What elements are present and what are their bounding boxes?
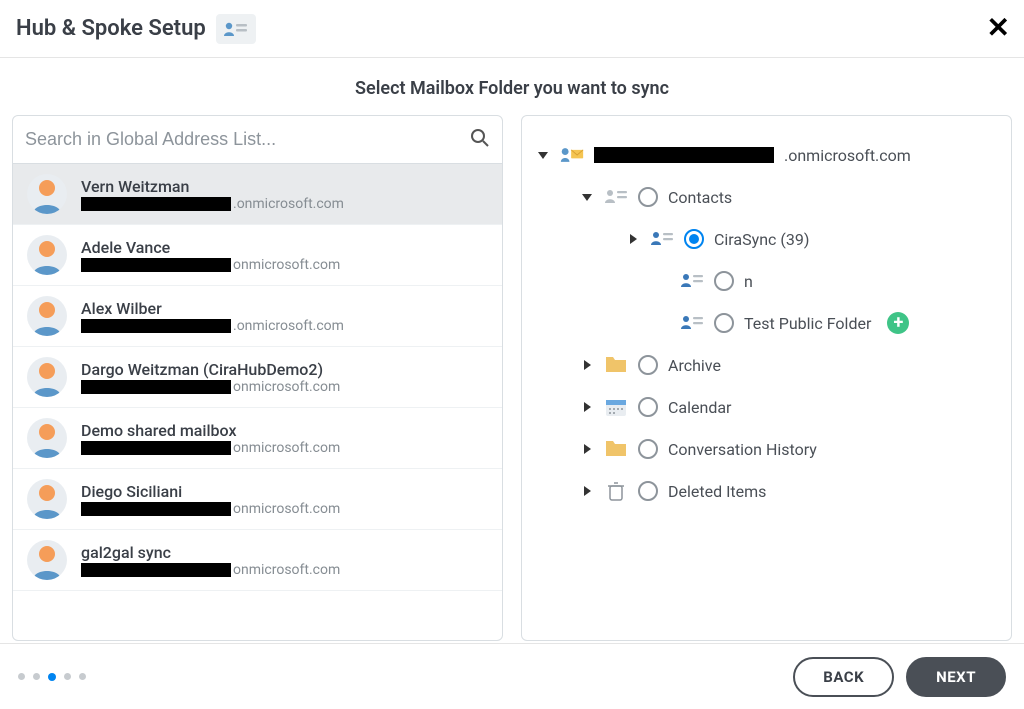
wizard-footer: BACK NEXT [0, 643, 1024, 709]
folder-tree: .onmicrosoft.com Contacts CiraSync (39) [522, 116, 1011, 530]
user-email: .onmicrosoft.com [81, 196, 488, 212]
radio-button[interactable] [638, 187, 658, 207]
radio-button[interactable] [638, 439, 658, 459]
contact-card-icon [216, 14, 256, 44]
caret-right-icon[interactable] [626, 232, 640, 246]
contact-card-icon [650, 229, 674, 249]
avatar [27, 418, 67, 458]
list-item[interactable]: Dargo Weitzman (CiraHubDemo2) onmicrosof… [13, 347, 502, 408]
tree-label: Archive [668, 356, 721, 375]
list-item[interactable]: Diego Siciliani onmicrosoft.com [13, 469, 502, 530]
page-title: Hub & Spoke Setup [16, 16, 206, 41]
list-item[interactable]: Adele Vance onmicrosoft.com [13, 225, 502, 286]
list-item[interactable]: Demo shared mailbox onmicrosoft.com [13, 408, 502, 469]
step-dot [18, 673, 25, 680]
radio-button[interactable] [684, 229, 704, 249]
contact-card-icon [680, 271, 704, 291]
list-item[interactable]: Alex Wilber .onmicrosoft.com [13, 286, 502, 347]
user-name: Dargo Weitzman (CiraHubDemo2) [81, 360, 488, 379]
tree-node-conversation-history[interactable]: Conversation History [536, 428, 997, 470]
folder-tree-panel: .onmicrosoft.com Contacts CiraSync (39) [521, 115, 1012, 641]
avatar [27, 235, 67, 275]
user-name: gal2gal sync [81, 543, 488, 562]
root-domain-label: .onmicrosoft.com [784, 146, 911, 165]
add-folder-button[interactable]: + [887, 312, 909, 334]
step-dot [64, 673, 71, 680]
user-email: onmicrosoft.com [81, 562, 488, 578]
step-dot [79, 673, 86, 680]
back-button[interactable]: BACK [793, 657, 894, 697]
mailbox-icon [560, 145, 584, 165]
avatar [27, 296, 67, 336]
tree-node-n[interactable]: n [536, 260, 997, 302]
user-email: onmicrosoft.com [81, 501, 488, 517]
user-name: Demo shared mailbox [81, 421, 488, 440]
tree-label: Test Public Folder [744, 314, 871, 333]
content-area: Vern Weitzman .onmicrosoft.com Adele Van… [0, 115, 1024, 641]
search-input[interactable] [25, 129, 470, 150]
caret-right-icon[interactable] [580, 400, 594, 414]
avatar [27, 357, 67, 397]
list-item[interactable]: gal2gal sync onmicrosoft.com [13, 530, 502, 591]
user-list: Vern Weitzman .onmicrosoft.com Adele Van… [13, 164, 502, 640]
user-name: Diego Siciliani [81, 482, 488, 501]
user-name: Vern Weitzman [81, 177, 488, 196]
contact-card-icon [680, 313, 704, 333]
tree-node-calendar[interactable]: Calendar [536, 386, 997, 428]
search-icon[interactable] [470, 128, 490, 152]
radio-button[interactable] [638, 397, 658, 417]
tree-label: Calendar [668, 398, 731, 417]
caret-right-icon[interactable] [580, 358, 594, 372]
tree-label: Deleted Items [668, 482, 766, 501]
step-dot [48, 673, 56, 681]
address-list-panel: Vern Weitzman .onmicrosoft.com Adele Van… [12, 115, 503, 641]
avatar [27, 479, 67, 519]
search-bar [13, 116, 502, 164]
next-button[interactable]: NEXT [906, 657, 1006, 697]
tree-node-contacts[interactable]: Contacts [536, 176, 997, 218]
radio-button[interactable] [714, 271, 734, 291]
tree-root[interactable]: .onmicrosoft.com [536, 134, 997, 176]
contacts-icon [604, 187, 628, 207]
caret-down-icon[interactable] [580, 190, 594, 204]
tree-label: Conversation History [668, 440, 817, 459]
caret-right-icon[interactable] [580, 442, 594, 456]
dialog-subtitle: Select Mailbox Folder you want to sync [0, 58, 1024, 115]
tree-label: Contacts [668, 188, 732, 207]
dialog-header: Hub & Spoke Setup ✕ [0, 0, 1024, 58]
avatar [27, 540, 67, 580]
user-name: Adele Vance [81, 238, 488, 257]
tree-node-cirasync[interactable]: CiraSync (39) [536, 218, 997, 260]
user-email: onmicrosoft.com [81, 440, 488, 456]
folder-icon [604, 439, 628, 459]
list-item[interactable]: Vern Weitzman .onmicrosoft.com [13, 164, 502, 225]
folder-icon [604, 355, 628, 375]
trash-icon [604, 481, 628, 501]
tree-node-archive[interactable]: Archive [536, 344, 997, 386]
step-dot [33, 673, 40, 680]
caret-right-icon[interactable] [580, 484, 594, 498]
redacted-text [594, 147, 774, 163]
tree-node-deleted-items[interactable]: Deleted Items [536, 470, 997, 512]
close-icon[interactable]: ✕ [987, 14, 1010, 42]
radio-button[interactable] [714, 313, 734, 333]
calendar-icon [604, 397, 628, 417]
user-email: onmicrosoft.com [81, 257, 488, 273]
radio-button[interactable] [638, 481, 658, 501]
step-indicator [18, 673, 86, 681]
user-email: .onmicrosoft.com [81, 318, 488, 334]
user-name: Alex Wilber [81, 299, 488, 318]
tree-label: n [744, 272, 753, 291]
radio-button[interactable] [638, 355, 658, 375]
caret-down-icon[interactable] [536, 148, 550, 162]
user-email: onmicrosoft.com [81, 379, 488, 395]
tree-node-test-public[interactable]: Test Public Folder + [536, 302, 997, 344]
tree-label: CiraSync (39) [714, 230, 809, 249]
avatar [27, 174, 67, 214]
